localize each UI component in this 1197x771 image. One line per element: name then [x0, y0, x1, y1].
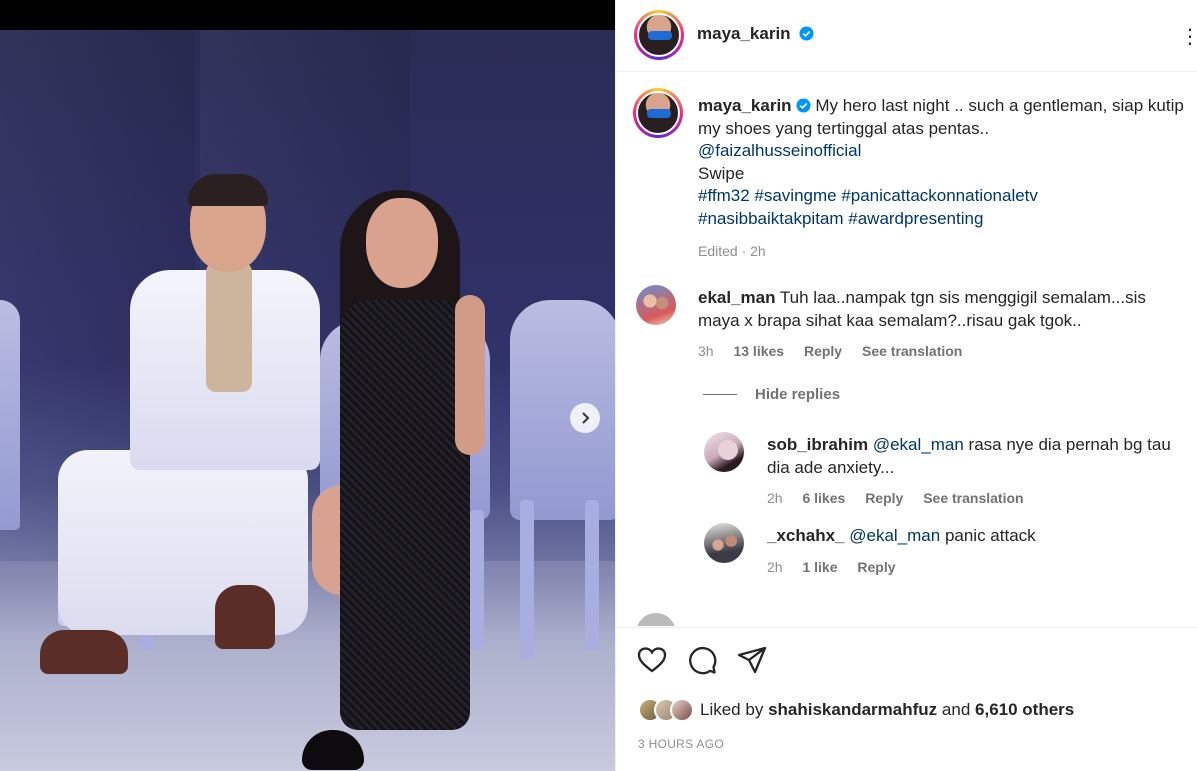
reply-avatar[interactable] [704, 523, 744, 563]
caption-edited: Edited · 2h [698, 243, 766, 259]
liker-avatar [670, 698, 694, 722]
next-photo-button[interactable] [570, 403, 600, 433]
caption-author-avatar[interactable] [633, 88, 683, 138]
reply-username[interactable]: sob_ibrahim [767, 435, 868, 454]
share-icon[interactable] [736, 644, 768, 676]
comments-scroll-area[interactable]: maya_karin My hero last night .. such a … [616, 73, 1197, 626]
post-photo [0, 30, 615, 771]
man-figure [188, 174, 268, 206]
reply-text: _xchahx_ @ekal_man panic attack [767, 525, 1187, 548]
woman-figure [366, 198, 438, 288]
comment-meta: 3h 13 likes Reply See translation [698, 343, 978, 359]
reply-body: rasa nye dia pernah bg tau [968, 435, 1171, 454]
caption-line: my shoes yang tertinggal atas pentas.. [698, 118, 990, 138]
reply-meta: 2h 6 likes Reply See translation [767, 490, 1040, 506]
likes-summary: Liked by shahiskandarmahfuz and 6,610 ot… [638, 698, 1074, 722]
reply-mention[interactable]: @ekal_man [849, 526, 940, 545]
more-options-icon[interactable]: ⋮ [1180, 24, 1197, 49]
comment-body: maya x brapa sihat kaa semalam?..risau g… [698, 310, 1082, 330]
chair [510, 300, 615, 520]
likes-text: Liked by shahiskandarmahfuz and 6,610 ot… [700, 700, 1074, 720]
reply-time: 2h [767, 490, 783, 506]
comment-icon[interactable] [686, 644, 718, 676]
reply-button[interactable]: Reply [804, 343, 842, 359]
man-shoe [215, 585, 275, 649]
man-figure [206, 262, 252, 392]
post-timestamp[interactable]: 3 HOURS AGO [638, 737, 724, 751]
heart-icon[interactable] [636, 644, 668, 676]
reply-body: panic attack [944, 526, 1036, 545]
caption-author[interactable]: maya_karin [698, 96, 792, 115]
caption-line: Swipe [698, 163, 745, 183]
see-translation-button[interactable]: See translation [862, 343, 962, 359]
chevron-right-icon [582, 412, 590, 424]
comment-likes[interactable]: 13 likes [733, 343, 784, 359]
reply-likes[interactable]: 1 like [802, 559, 837, 575]
chair-leg [585, 500, 599, 650]
reply-meta: 2h 1 like Reply [767, 559, 912, 575]
woman-figure [340, 300, 470, 730]
hide-replies-label: Hide replies [755, 386, 841, 403]
post-header: maya_karin ⋮ [616, 0, 1197, 72]
author-username-wrap: maya_karin [697, 24, 814, 44]
author-avatar[interactable] [634, 10, 684, 60]
author-username[interactable]: maya_karin [697, 24, 791, 43]
verified-badge-icon [796, 98, 811, 113]
caption-line: My hero last night .. such a gentleman, … [815, 96, 1184, 115]
comment-username[interactable]: ekal_man [698, 288, 776, 307]
reply-avatar[interactable] [704, 432, 744, 472]
comment-text: ekal_man Tuh laa..nampak tgn sis menggig… [698, 287, 1178, 332]
reply-button[interactable]: Reply [865, 490, 903, 506]
woman-figure [455, 295, 485, 455]
post-actions: Liked by shahiskandarmahfuz and 6,610 ot… [616, 627, 1197, 771]
man-shoe [40, 630, 128, 674]
comment-avatar[interactable] [636, 613, 676, 626]
reply-text: sob_ibrahim @ekal_man rasa nye dia perna… [767, 434, 1187, 479]
caption-hashtags[interactable]: #ffm32 #savingme #panicattackonnationale… [698, 186, 1038, 205]
likes-joiner: and [941, 700, 971, 719]
caption-text: maya_karin My hero last night .. such a … [698, 95, 1197, 263]
likes-others[interactable]: 6,610 others [975, 700, 1074, 719]
post-sidebar: maya_karin ⋮ maya_karin My hero last nig… [615, 0, 1197, 771]
chair-leg [470, 510, 484, 650]
liker-username[interactable]: shahiskandarmahfuz [768, 700, 937, 719]
verified-badge-icon [799, 26, 814, 41]
reply-mention[interactable]: @ekal_man [873, 435, 964, 454]
comment-avatar[interactable] [636, 285, 676, 325]
caption-hashtags[interactable]: #nasibbaiktakpitam #awardpresenting [698, 209, 983, 228]
chair [0, 300, 20, 530]
likes-prefix: Liked by [700, 700, 764, 719]
hide-replies-button[interactable]: Hide replies [703, 386, 840, 403]
reply-username[interactable]: _xchahx_ [767, 526, 845, 545]
reply-body: dia ade anxiety... [767, 457, 895, 477]
reply-button[interactable]: Reply [857, 559, 895, 575]
caption-mention[interactable]: @faizalhusseinofficial [698, 141, 861, 160]
reply-likes[interactable]: 6 likes [802, 490, 845, 506]
comment-body: Tuh laa..nampak tgn sis menggigil semala… [779, 288, 1146, 307]
chair-leg [520, 500, 534, 660]
reply-time: 2h [767, 559, 783, 575]
post-media [0, 0, 615, 771]
comment-time: 3h [698, 343, 714, 359]
see-translation-button[interactable]: See translation [923, 490, 1023, 506]
